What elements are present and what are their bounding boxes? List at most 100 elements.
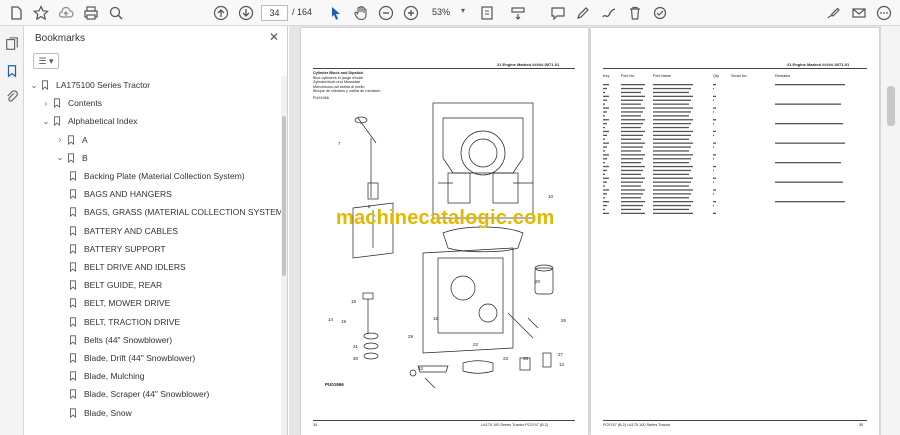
table-row bbox=[603, 99, 607, 101]
panel-title: Bookmarks bbox=[35, 33, 86, 44]
bookmark-item[interactable]: Blade, Scraper (44" Snowblower) bbox=[57, 385, 209, 403]
bookmark-item[interactable]: BELT GUIDE, REAR bbox=[57, 276, 162, 294]
bookmark-item[interactable]: › A bbox=[55, 131, 88, 149]
bookmark-icon bbox=[67, 334, 79, 346]
scrollbar-thumb[interactable] bbox=[887, 86, 895, 126]
bookmark-item[interactable]: Blade, Mulching bbox=[57, 367, 144, 385]
table-row bbox=[621, 150, 641, 152]
document-viewer[interactable]: 21 Engine Marked #####-0071-01 Cylinder … bbox=[289, 26, 880, 435]
table-row bbox=[621, 169, 643, 172]
table-row bbox=[653, 119, 693, 121]
table-row bbox=[713, 84, 716, 86]
print-icon[interactable] bbox=[81, 3, 101, 23]
select-cursor-icon[interactable] bbox=[326, 3, 346, 23]
table-row bbox=[713, 201, 716, 203]
bookmark-icon bbox=[65, 152, 77, 164]
table-row bbox=[653, 142, 693, 144]
star-icon[interactable] bbox=[31, 3, 51, 23]
bookmark-label: A bbox=[82, 134, 88, 145]
right-page-number: 35 bbox=[859, 423, 864, 427]
bookmark-icon bbox=[51, 97, 63, 109]
bookmark-item[interactable]: BELT, TRACTION DRIVE bbox=[57, 313, 180, 331]
bookmark-item[interactable]: Blade, Snow bbox=[57, 404, 132, 422]
table-row bbox=[653, 193, 691, 195]
bookmark-item[interactable]: Blade, Drift (44" Snowblower) bbox=[57, 349, 195, 367]
bookmark-label: BAGS, GRASS (MATERIAL COLLECTION SYSTEM) bbox=[84, 207, 281, 218]
chevron-down-icon[interactable]: ⌄ bbox=[29, 81, 39, 90]
scrollbar-thumb[interactable] bbox=[282, 116, 286, 276]
more-options-icon[interactable] bbox=[874, 3, 894, 23]
table-row bbox=[713, 165, 716, 168]
bookmarks-icon[interactable] bbox=[4, 63, 20, 79]
table-row bbox=[603, 162, 605, 164]
table-row bbox=[621, 103, 641, 105]
table-row bbox=[603, 181, 607, 183]
table-row bbox=[653, 185, 689, 187]
figure-title-line: Monoblocco ad astina di livello bbox=[313, 84, 365, 89]
sign-icon[interactable] bbox=[824, 3, 844, 23]
viewer-scrollbar[interactable] bbox=[880, 26, 900, 435]
parts-table-header: Key Part No. Part Name Qty Serial No. Remarks bbox=[603, 74, 867, 80]
parts-diagram: 7 8 10 20 18 19 14 31 30 29 26 27 33 23 … bbox=[325, 102, 567, 388]
table-row bbox=[603, 134, 607, 136]
bookmark-item[interactable]: ⌄ B bbox=[55, 149, 88, 167]
table-row bbox=[653, 99, 691, 101]
zoom-level[interactable]: 53% bbox=[432, 7, 450, 17]
scroll-mode-icon[interactable] bbox=[508, 3, 528, 23]
bookmark-item[interactable]: BELT, MOWER DRIVE bbox=[57, 294, 170, 312]
chevron-right-icon[interactable]: › bbox=[55, 135, 65, 144]
bookmark-icon bbox=[65, 134, 77, 146]
table-row bbox=[775, 142, 845, 144]
bookmark-item[interactable]: Belts (44" Snowblower) bbox=[57, 331, 172, 349]
page-up-icon[interactable] bbox=[211, 3, 231, 23]
panel-scrollbar[interactable] bbox=[281, 76, 287, 435]
page-down-icon[interactable] bbox=[236, 3, 256, 23]
page-thumbnails-icon[interactable] bbox=[4, 36, 20, 52]
table-row bbox=[653, 103, 689, 105]
table-row bbox=[621, 197, 641, 199]
bookmark-item[interactable]: BELT DRIVE AND IDLERS bbox=[57, 258, 186, 276]
bookmark-item[interactable]: ⌄ LA175100 Series Tractor bbox=[29, 76, 150, 94]
left-page-footer: LA175 100 Series Tractor PC9747 (B.2) bbox=[481, 423, 549, 427]
table-row bbox=[603, 142, 609, 144]
table-row bbox=[621, 212, 645, 214]
bookmark-item[interactable]: BAGS, GRASS (MATERIAL COLLECTION SYSTEM) bbox=[57, 203, 281, 221]
comment-icon[interactable] bbox=[548, 3, 568, 23]
bookmark-options-button[interactable]: ☰ ▾ bbox=[33, 53, 59, 69]
attachment-icon[interactable] bbox=[4, 89, 20, 105]
svg-text:16: 16 bbox=[433, 316, 439, 321]
mail-icon[interactable] bbox=[849, 3, 869, 23]
left-page: 21 Engine Marked #####-0071-01 Cylinder … bbox=[301, 28, 588, 435]
table-row bbox=[713, 95, 716, 97]
figure-title-line: Bloc-cylindres et jauge d'huile bbox=[313, 75, 364, 80]
bookmark-item[interactable]: BATTERY SUPPORT bbox=[57, 240, 166, 258]
stamp-icon[interactable] bbox=[650, 3, 670, 23]
bookmark-item[interactable]: BATTERY AND CABLES bbox=[57, 222, 178, 240]
chevron-down-icon[interactable]: ⌄ bbox=[55, 153, 65, 162]
bookmark-item[interactable]: ⌄ Alphabetical Index bbox=[41, 112, 137, 130]
table-row bbox=[653, 126, 689, 129]
close-icon[interactable]: ✕ bbox=[269, 30, 279, 44]
highlight-pen-icon[interactable] bbox=[573, 3, 593, 23]
bookmark-label: BATTERY AND CABLES bbox=[84, 225, 179, 236]
chevron-right-icon[interactable]: › bbox=[41, 99, 51, 108]
cloud-upload-icon[interactable] bbox=[56, 3, 76, 23]
chevron-down-icon[interactable]: ⌄ bbox=[41, 117, 51, 126]
draw-icon[interactable] bbox=[599, 3, 619, 23]
bookmark-item[interactable]: › Contents bbox=[41, 94, 102, 112]
search-icon[interactable] bbox=[106, 3, 126, 23]
bookmark-item[interactable]: Backing Plate (Material Collection Syste… bbox=[57, 167, 245, 185]
table-row bbox=[603, 107, 609, 109]
fit-page-icon[interactable] bbox=[477, 3, 497, 23]
bookmark-label: Blade, Scraper (44" Snowblower) bbox=[84, 389, 210, 400]
page-number-input[interactable]: 34 bbox=[261, 5, 288, 21]
bookmark-label: Alphabetical Index bbox=[68, 116, 138, 127]
hand-icon[interactable] bbox=[351, 3, 371, 23]
zoom-in-icon[interactable] bbox=[401, 3, 421, 23]
zoom-out-icon[interactable] bbox=[376, 3, 396, 23]
home-icon[interactable] bbox=[6, 3, 26, 23]
bookmark-item[interactable]: BAGS AND HANGERS bbox=[57, 185, 172, 203]
delete-icon[interactable] bbox=[625, 3, 645, 23]
chevron-down-icon[interactable]: ▾ bbox=[461, 6, 465, 15]
table-row bbox=[603, 201, 609, 203]
